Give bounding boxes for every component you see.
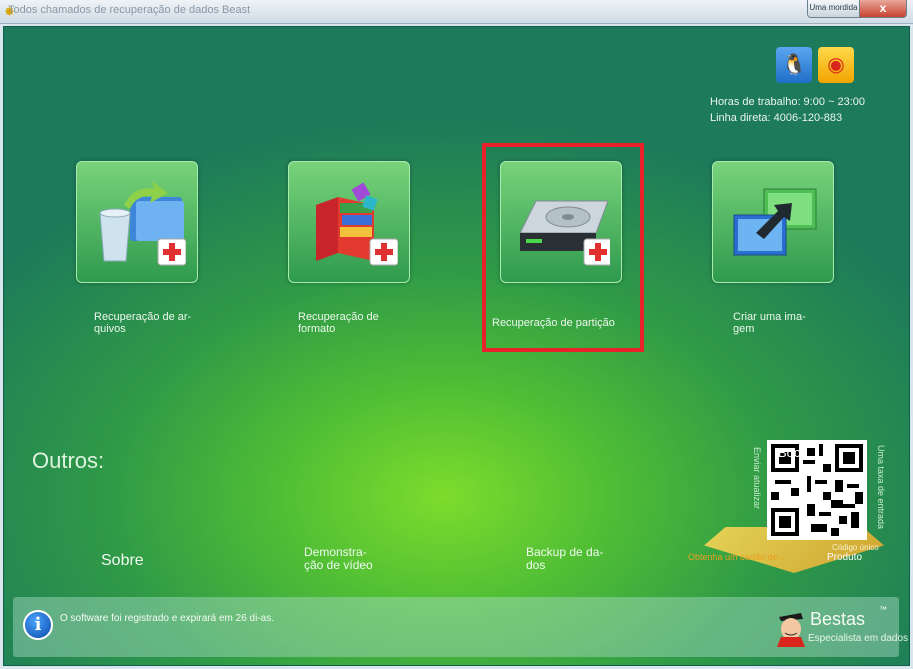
weibo-icon: ◉: [827, 54, 845, 76]
brand-tagline: Especialista em dados: [808, 633, 909, 644]
disk-image-icon: [733, 188, 817, 256]
create-image-label: Criar uma ima-gem: [733, 311, 806, 335]
minimize-button[interactable]: Uma mordida: [808, 0, 860, 17]
data-backup-link[interactable]: Backup de da-dos: [526, 546, 603, 572]
qr-left-text: Enviar atualizar: [752, 447, 762, 510]
window-controls: Uma mordida x: [807, 0, 907, 18]
file-recovery-tile[interactable]: [76, 161, 198, 283]
gold-caption-product: Produto: [827, 552, 863, 563]
qq-penguin-icon: 🐧: [781, 54, 807, 76]
close-button[interactable]: x: [860, 0, 906, 17]
qr-bottom-caption: Código único: [832, 543, 879, 552]
title-bar: ✸ Todos chamados de recuperação de dados…: [0, 0, 913, 24]
qr-top-caption: Boca: [778, 445, 808, 460]
brand-name: Bestas: [810, 609, 866, 629]
others-heading: Outros:: [32, 448, 105, 473]
qq-button[interactable]: 🐧: [776, 47, 812, 83]
hotline: Linha direta: 4006-120-883: [710, 112, 843, 124]
working-hours: Horas de trabalho: 9:00 ~ 23:00: [710, 96, 866, 108]
format-recovery-label: Recuperação de formato: [298, 311, 379, 335]
format-recovery-icon: [316, 182, 398, 266]
selection-highlight: [482, 143, 644, 352]
window-title: Todos chamados de recuperação de dados B…: [8, 4, 251, 16]
trademark-symbol: ™: [879, 605, 887, 614]
registration-notice: O software foi registrado e expirará em …: [60, 613, 274, 624]
create-image-tile[interactable]: [712, 161, 834, 283]
file-recovery-label: Recuperação de ar-quivos: [94, 311, 192, 335]
qr-right-text: Uma taxa de entrada: [876, 445, 886, 530]
weibo-button[interactable]: ◉: [818, 47, 854, 83]
video-demo-link[interactable]: Demonstra-ção de vídeo: [304, 546, 373, 572]
brand-logo-icon: [777, 613, 805, 647]
file-recovery-icon: [99, 181, 186, 266]
about-link[interactable]: Sobre: [101, 553, 144, 569]
status-bar: i O software foi registrado e expirará e…: [13, 597, 908, 657]
gold-caption: Obtenha um cartão de...: [688, 552, 786, 562]
format-recovery-tile[interactable]: [288, 161, 410, 283]
info-icon: i: [23, 610, 53, 640]
main-panel: 🐧 ◉ Horas de trabalho: 9:00 ~ 23:00 Linh…: [3, 26, 910, 666]
